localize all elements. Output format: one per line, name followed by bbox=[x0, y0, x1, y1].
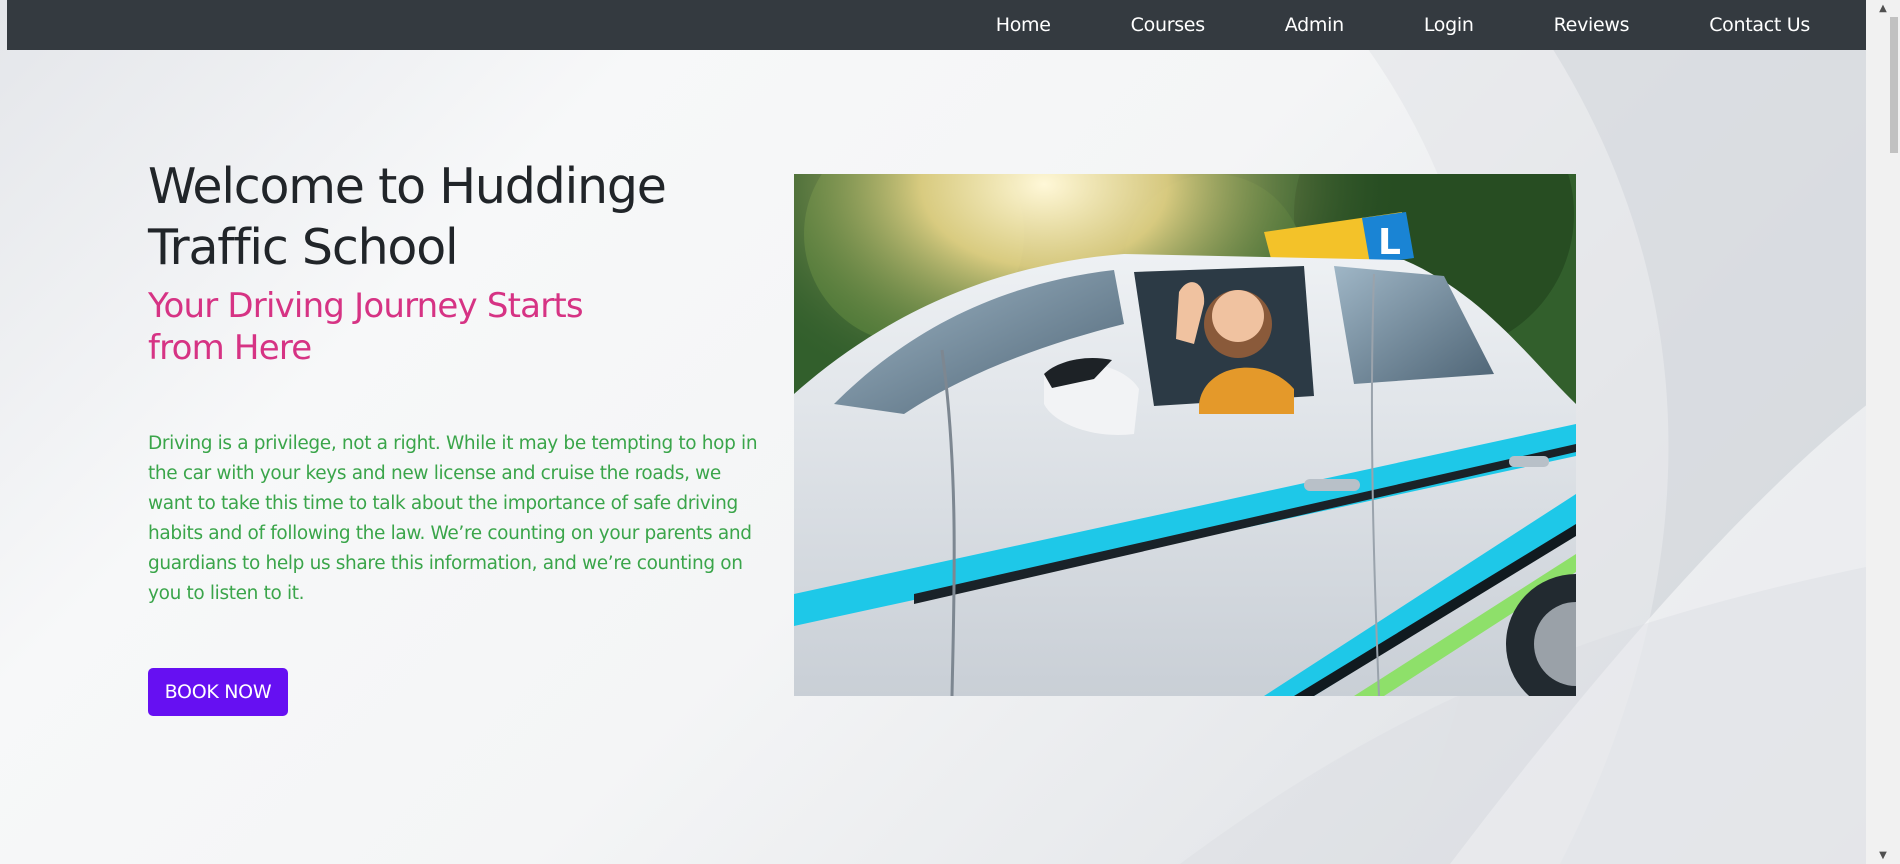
nav-home[interactable]: Home bbox=[956, 14, 1091, 36]
chevron-down-icon[interactable]: ▼ bbox=[1866, 847, 1900, 864]
scrollbar-thumb[interactable] bbox=[1890, 17, 1898, 153]
hero-subtitle: Your Driving Journey Starts from Here bbox=[148, 286, 584, 368]
nav-courses[interactable]: Courses bbox=[1091, 14, 1245, 36]
nav-links: Home Courses Admin Login Reviews Contact… bbox=[956, 0, 1811, 50]
driving-school-car-image: L bbox=[794, 174, 1576, 696]
hero-description: Driving is a privilege, not a right. Whi… bbox=[148, 433, 758, 604]
page-background: Home Courses Admin Login Reviews Contact… bbox=[0, 0, 1900, 864]
car-illustration: L bbox=[794, 174, 1576, 696]
nav-admin[interactable]: Admin bbox=[1245, 14, 1384, 36]
nav-reviews[interactable]: Reviews bbox=[1514, 14, 1670, 36]
learner-sign: L bbox=[1378, 222, 1401, 263]
nav-contact-us[interactable]: Contact Us bbox=[1669, 14, 1810, 36]
book-now-button[interactable]: BOOK NOW bbox=[148, 668, 288, 716]
vertical-scrollbar[interactable]: ▲ ▼ bbox=[1866, 0, 1900, 864]
chevron-up-icon[interactable]: ▲ bbox=[1866, 0, 1900, 17]
hero-title: Welcome to Huddinge Traffic School bbox=[148, 158, 667, 276]
nav-login[interactable]: Login bbox=[1384, 14, 1514, 36]
top-navbar: Home Courses Admin Login Reviews Contact… bbox=[7, 0, 1866, 50]
